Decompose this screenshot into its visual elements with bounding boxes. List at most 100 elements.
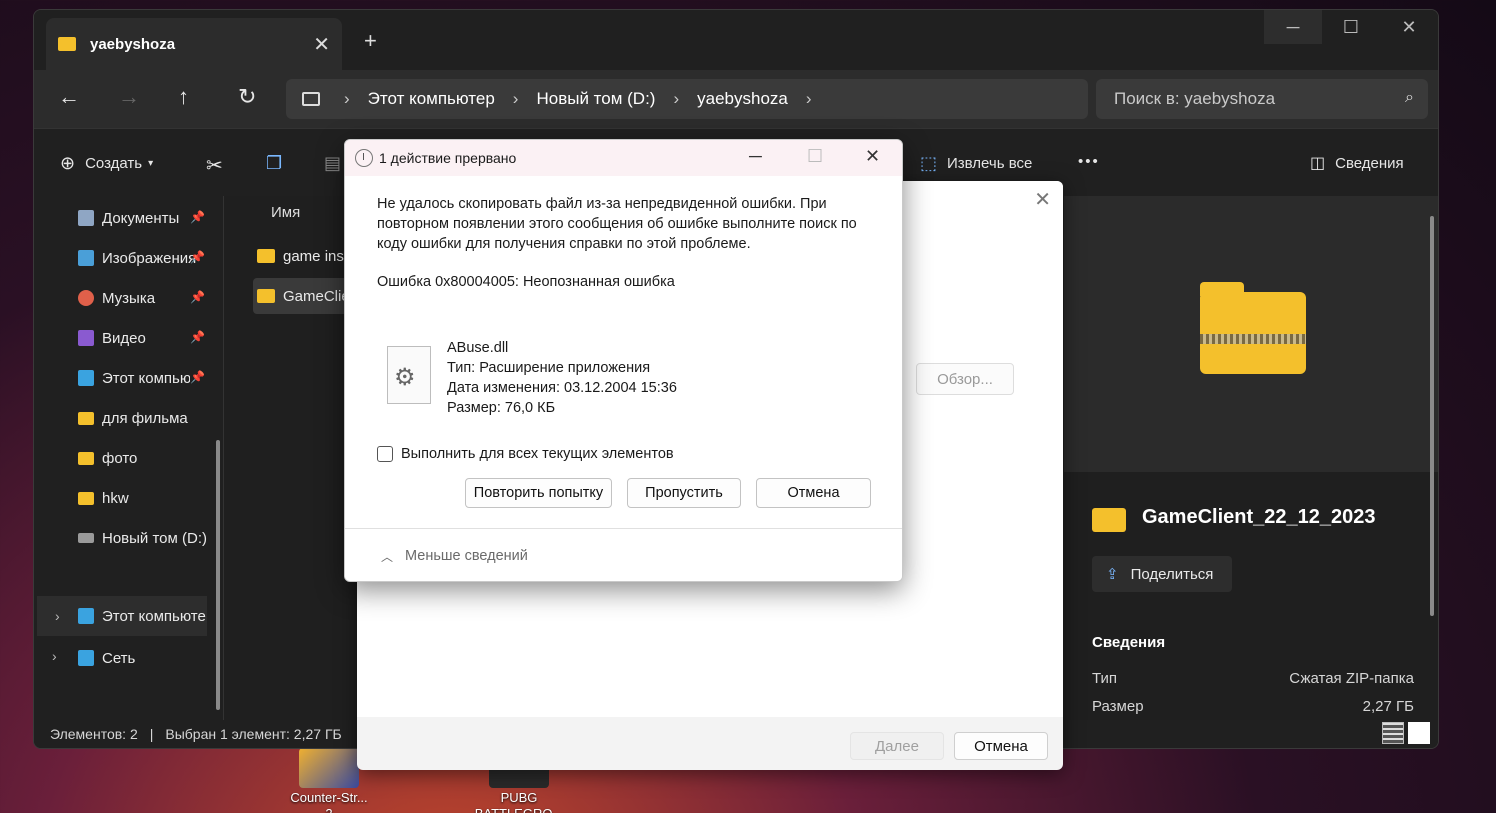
search-input[interactable]: Поиск в: yaebyshoza ⌕ xyxy=(1096,79,1428,119)
sidebar-item-label: Музыка xyxy=(102,289,156,307)
tiles-view-icon[interactable] xyxy=(1408,722,1430,744)
sidebar-item-label: Изображения xyxy=(102,249,197,267)
gear-icon: ⚙ xyxy=(394,364,416,391)
breadcrumb-this-pc[interactable]: Этот компьютер xyxy=(368,89,495,109)
more-options-button[interactable]: ••• xyxy=(1078,153,1100,170)
sidebar-item-label: Этот компьютер xyxy=(102,369,190,387)
copy-button[interactable]: ❐ xyxy=(266,153,282,174)
pin-icon: 📌 xyxy=(190,370,205,384)
property-value: 2,27 ГБ xyxy=(1362,698,1414,715)
breadcrumb-separator: › xyxy=(512,89,519,108)
preview-area xyxy=(1064,196,1438,472)
maximize-button[interactable]: ☐ xyxy=(1322,10,1380,44)
up-arrow-icon[interactable]: ↑ xyxy=(178,84,189,110)
column-header-name[interactable]: Имя xyxy=(271,204,300,221)
pictures-icon xyxy=(78,250,94,266)
skip-button[interactable]: Пропустить xyxy=(627,478,741,508)
apply-all-checkbox[interactable]: Выполнить для всех текущих элементов xyxy=(377,446,674,462)
clock-icon xyxy=(355,149,373,167)
close-window-button[interactable]: ✕ xyxy=(1380,10,1438,44)
back-arrow-icon[interactable]: ← xyxy=(58,84,80,110)
details-view-icon[interactable] xyxy=(1382,722,1404,744)
details-pane-button[interactable]: ◫ Сведения xyxy=(1310,153,1404,173)
close-icon[interactable]: ✕ xyxy=(1034,187,1051,212)
selection-info: Выбран 1 элемент: 2,27 ГБ xyxy=(165,726,342,742)
file-info: ABuse.dll Тип: Расширение приложения Дат… xyxy=(447,338,677,418)
minimize-button[interactable]: ─ xyxy=(1264,10,1322,44)
browse-button[interactable]: Обзор... xyxy=(916,363,1014,395)
details-scrollbar[interactable] xyxy=(1430,216,1434,616)
details-section-title: Сведения xyxy=(1092,634,1166,651)
breadcrumb-separator: › xyxy=(344,89,350,108)
checkbox[interactable] xyxy=(377,446,393,462)
sidebar-item-this-pc-pinned[interactable]: Этот компьютер xyxy=(78,366,190,390)
sidebar-item-network[interactable]: Сеть xyxy=(78,646,210,670)
maximize-button[interactable]: ☐ xyxy=(807,146,823,167)
folder-icon xyxy=(58,37,76,51)
view-toggle xyxy=(1382,722,1430,744)
minimize-button[interactable]: ─ xyxy=(749,146,762,167)
pin-icon: 📌 xyxy=(190,330,205,344)
fewer-details-toggle[interactable]: ︿ Меньше сведений xyxy=(345,528,902,581)
sidebar-item-label: Документы xyxy=(102,209,180,227)
fewer-details-label: Меньше сведений xyxy=(405,548,528,564)
details-pane-icon: ◫ xyxy=(1310,155,1326,172)
computer-icon xyxy=(78,370,94,386)
search-icon: ⌕ xyxy=(1405,89,1414,106)
refresh-icon[interactable]: ↻ xyxy=(238,84,256,110)
cancel-button[interactable]: Отмена xyxy=(756,478,871,508)
zip-strip xyxy=(1200,334,1306,344)
copy-icon: ❐ xyxy=(266,153,283,173)
tab-yaebyshoza[interactable]: yaebyshoza ✕ xyxy=(46,18,342,70)
breadcrumb-drive-d[interactable]: Новый том (D:) xyxy=(536,89,655,109)
sidebar-item-hkw[interactable]: hkw xyxy=(78,486,210,510)
error-dialog-title: 1 действие прервано xyxy=(379,150,517,166)
chevron-down-icon: ▾ xyxy=(148,158,154,169)
share-button[interactable]: ⇪ Поделиться xyxy=(1092,556,1232,592)
retry-button[interactable]: Повторить попытку xyxy=(465,478,612,508)
sidebar-item-for-film[interactable]: для фильма xyxy=(78,406,210,430)
sidebar-scrollbar[interactable] xyxy=(216,440,220,710)
breadcrumb-separator[interactable]: › xyxy=(806,89,812,109)
sidebar-item-photo[interactable]: фото xyxy=(78,446,210,470)
status-separator: | xyxy=(149,726,154,742)
breadcrumb-yaebyshoza[interactable]: yaebyshoza xyxy=(697,89,788,109)
address-bar[interactable]: › Этот компьютер › Новый том (D:) › yaeb… xyxy=(286,79,1088,119)
documents-icon xyxy=(78,210,94,226)
chevron-right-icon[interactable]: › xyxy=(55,608,60,624)
desktop-icon-label: Counter-Str... 2 xyxy=(290,790,368,813)
paste-button[interactable]: ▤ xyxy=(324,153,341,174)
paste-icon: ▤ xyxy=(324,153,342,173)
drive-icon xyxy=(78,533,94,543)
next-button[interactable]: Далее xyxy=(850,732,944,760)
file-size: Размер: 76,0 КБ xyxy=(447,400,556,416)
sidebar-item-label: для фильма xyxy=(102,409,188,427)
details-label: Сведения xyxy=(1335,154,1404,172)
extract-all-button[interactable]: ⬚ Извлечь все xyxy=(920,153,1032,174)
chevron-right-icon[interactable]: › xyxy=(52,648,57,664)
create-label: Создать xyxy=(85,155,143,172)
cut-button[interactable]: ✂ xyxy=(206,153,223,178)
sidebar-item-this-pc[interactable]: › Этот компьютер xyxy=(37,596,207,636)
new-tab-button[interactable]: + xyxy=(364,28,377,54)
sidebar-item-label: фото xyxy=(102,449,138,467)
error-message: Не удалось скопировать файл из-за непред… xyxy=(377,196,857,252)
property-key: Тип xyxy=(1092,670,1118,687)
property-size: Размер 2,27 ГБ xyxy=(1092,698,1414,715)
error-dialog: 1 действие прервано ─ ☐ ✕ Не удалось ско… xyxy=(344,139,903,582)
property-key: Размер xyxy=(1092,698,1144,715)
forward-arrow-icon[interactable]: → xyxy=(118,84,140,110)
extract-icon: ⬚ xyxy=(920,153,938,173)
sidebar-item-drive-d[interactable]: Новый том (D:) xyxy=(78,526,218,550)
apply-all-label: Выполнить для всех текущих элементов xyxy=(401,446,674,462)
sidebar-item-label: Сеть xyxy=(102,649,136,667)
file-name: game insi xyxy=(283,247,348,265)
create-button[interactable]: ⊕ Создать ▾ xyxy=(60,153,153,174)
file-modified: Дата изменения: 03.12.2004 15:36 xyxy=(447,380,677,396)
navigation-pane: Документы 📌 Изображения 📌 Музыка 📌 Видео… xyxy=(34,196,224,720)
file-name: ABuse.dll xyxy=(447,340,509,356)
close-tab-icon[interactable]: ✕ xyxy=(313,32,330,57)
cancel-button[interactable]: Отмена xyxy=(954,732,1048,760)
close-button[interactable]: ✕ xyxy=(865,146,880,167)
property-type: Тип Сжатая ZIP-папка xyxy=(1092,670,1414,687)
